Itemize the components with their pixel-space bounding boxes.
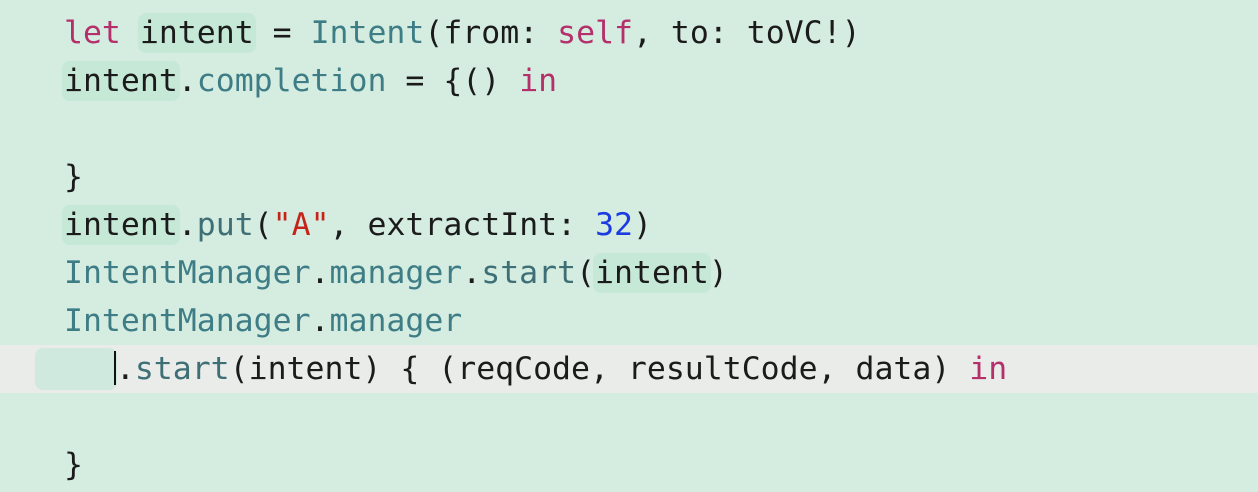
code-token: , extractInt: [329, 207, 596, 243]
keyword-token: let [64, 15, 121, 51]
member-token: manager [329, 303, 463, 339]
member-token: start [134, 351, 230, 387]
code-line-9[interactable] [0, 393, 1258, 441]
code-token: ) [708, 255, 728, 291]
code-token: . [177, 63, 197, 99]
keyword-token: in [969, 351, 1008, 387]
code-line-content: } [64, 441, 83, 489]
code-line-8-current[interactable]: .start(intent) { (reqCode, resultCode, d… [0, 345, 1258, 393]
code-token: . [462, 255, 482, 291]
code-token: . [310, 303, 330, 339]
code-token: . [310, 255, 330, 291]
code-token: , to: toVC!) [633, 15, 861, 51]
code-line-content: intent.completion = {() in [64, 57, 557, 105]
code-token: ( [576, 255, 596, 291]
string-literal-token: "A" [272, 207, 330, 243]
code-line-2[interactable]: intent.completion = {() in [0, 57, 1258, 105]
code-line-5[interactable]: intent.put("A", extractInt: 32) [0, 201, 1258, 249]
number-literal-token: 32 [595, 207, 633, 243]
highlighted-symbol-token: intent [595, 255, 709, 291]
code-token: . [177, 207, 197, 243]
code-editor[interactable]: let intent = Intent(from: self, to: toVC… [0, 0, 1258, 492]
code-line-10[interactable]: } [0, 441, 1258, 489]
code-token: ) [633, 207, 652, 243]
type-token: IntentManager [64, 255, 311, 291]
member-token: put [196, 207, 254, 243]
code-line-3[interactable] [0, 105, 1258, 153]
code-token: (intent) { (reqCode, resultCode, data) [229, 351, 970, 387]
code-line-content: } [64, 153, 83, 201]
type-token: IntentManager [64, 303, 311, 339]
code-token: = {() [386, 63, 520, 99]
code-token: ( [253, 207, 273, 243]
keyword-token: self [557, 15, 633, 51]
keyword-token: in [519, 63, 558, 99]
code-token: } [64, 159, 83, 195]
code-token: = [253, 15, 311, 51]
code-line-7[interactable]: IntentManager.manager [0, 297, 1258, 345]
code-token: . [115, 351, 135, 387]
code-line-content: .start(intent) { (reqCode, resultCode, d… [38, 345, 1007, 393]
highlighted-symbol-token: intent [64, 207, 178, 243]
highlighted-symbol-token: intent [64, 63, 178, 99]
code-line-content: IntentManager.manager.start(intent) [64, 249, 728, 297]
indent-whitespace [38, 351, 114, 387]
code-token: } [64, 447, 83, 483]
code-line-4[interactable]: } [0, 153, 1258, 201]
member-token: start [481, 255, 577, 291]
code-line-content: intent.put("A", extractInt: 32) [64, 201, 652, 249]
highlighted-symbol-token: intent [139, 15, 254, 51]
code-token: (from: [424, 15, 558, 51]
member-token: completion [196, 63, 387, 99]
code-line-1[interactable]: let intent = Intent(from: self, to: toVC… [0, 9, 1258, 57]
code-line-content: let intent = Intent(from: self, to: toVC… [64, 9, 861, 57]
code-line-content: IntentManager.manager [64, 297, 462, 345]
type-token: Intent [310, 15, 425, 51]
member-token: manager [329, 255, 463, 291]
code-line-6[interactable]: IntentManager.manager.start(intent) [0, 249, 1258, 297]
